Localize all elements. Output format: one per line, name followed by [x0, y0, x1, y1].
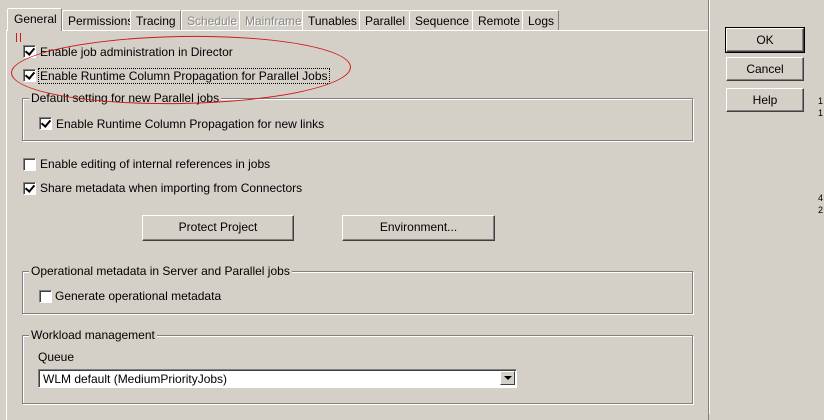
share-metadata-checkbox[interactable] — [23, 182, 36, 195]
edge-fragment: 4 — [818, 193, 824, 203]
tab-mainframe-label: Mainframe — [245, 14, 302, 28]
tab-schedule-label: Schedule — [187, 14, 238, 28]
environment-button[interactable]: Environment... — [342, 215, 495, 241]
generate-metadata-checkbox[interactable] — [39, 290, 52, 303]
queue-label: Queue — [38, 350, 75, 364]
tab-tunables-label: Tunables — [308, 14, 357, 28]
job-admin-label: Enable job administration in Director — [40, 45, 233, 59]
annotation-tick-mark — [16, 33, 21, 42]
share-metadata-label: Share metadata when importing from Conne… — [40, 181, 303, 195]
ok-button[interactable]: OK — [725, 27, 805, 53]
rcp-links-label: Enable Runtime Column Propagation for ne… — [56, 117, 325, 131]
tab-general-label: General — [14, 12, 57, 26]
tab-schedule: Schedule — [181, 10, 243, 30]
tab-permissions-label: Permissions — [68, 14, 134, 28]
default-parallel-group-title: Default setting for new Parallel jobs — [29, 91, 222, 105]
internal-refs-label: Enable editing of internal references in… — [40, 157, 271, 171]
rcp-parallel-label: Enable Runtime Column Propagation for Pa… — [38, 68, 330, 84]
queue-select-value: WLM default (MediumPriorityJobs) — [43, 372, 228, 386]
tab-permissions[interactable]: Permissions — [62, 10, 139, 30]
internal-refs-checkbox[interactable] — [23, 158, 36, 171]
tab-remote[interactable]: Remote — [472, 10, 526, 30]
workload-management-group-title: Workload management — [29, 328, 157, 342]
rcp-parallel-checkbox[interactable] — [23, 69, 36, 82]
edge-fragment: 1 — [818, 108, 824, 118]
queue-select[interactable]: WLM default (MediumPriorityJobs) — [38, 369, 517, 388]
protect-project-button[interactable]: Protect Project — [142, 215, 294, 241]
tab-logs[interactable]: Logs — [522, 10, 560, 30]
tab-parallel[interactable]: Parallel — [359, 10, 411, 30]
tab-logs-label: Logs — [528, 14, 555, 28]
tab-sequence[interactable]: Sequence — [409, 10, 475, 30]
dialog-separator — [708, 0, 710, 414]
tab-remote-label: Remote — [478, 14, 521, 28]
tab-general[interactable]: General — [7, 8, 62, 31]
tab-tunables[interactable]: Tunables — [302, 10, 362, 30]
tab-mainframe: Mainframe — [239, 10, 307, 30]
edge-fragment: 1 — [818, 96, 824, 106]
job-admin-checkbox[interactable] — [23, 45, 36, 58]
generate-metadata-label: Generate operational metadata — [55, 289, 222, 303]
operational-metadata-group-title: Operational metadata in Server and Paral… — [29, 264, 292, 278]
rcp-links-checkbox[interactable] — [39, 117, 52, 130]
help-button[interactable]: Help — [726, 88, 804, 112]
tab-tracing-label: Tracing — [136, 14, 176, 28]
tab-parallel-label: Parallel — [365, 14, 406, 28]
edge-fragment: 2 — [818, 205, 824, 215]
chevron-down-icon[interactable] — [500, 371, 515, 385]
tab-sequence-label: Sequence — [415, 14, 470, 28]
cancel-button[interactable]: Cancel — [726, 57, 804, 81]
tab-tracing[interactable]: Tracing — [130, 10, 181, 30]
